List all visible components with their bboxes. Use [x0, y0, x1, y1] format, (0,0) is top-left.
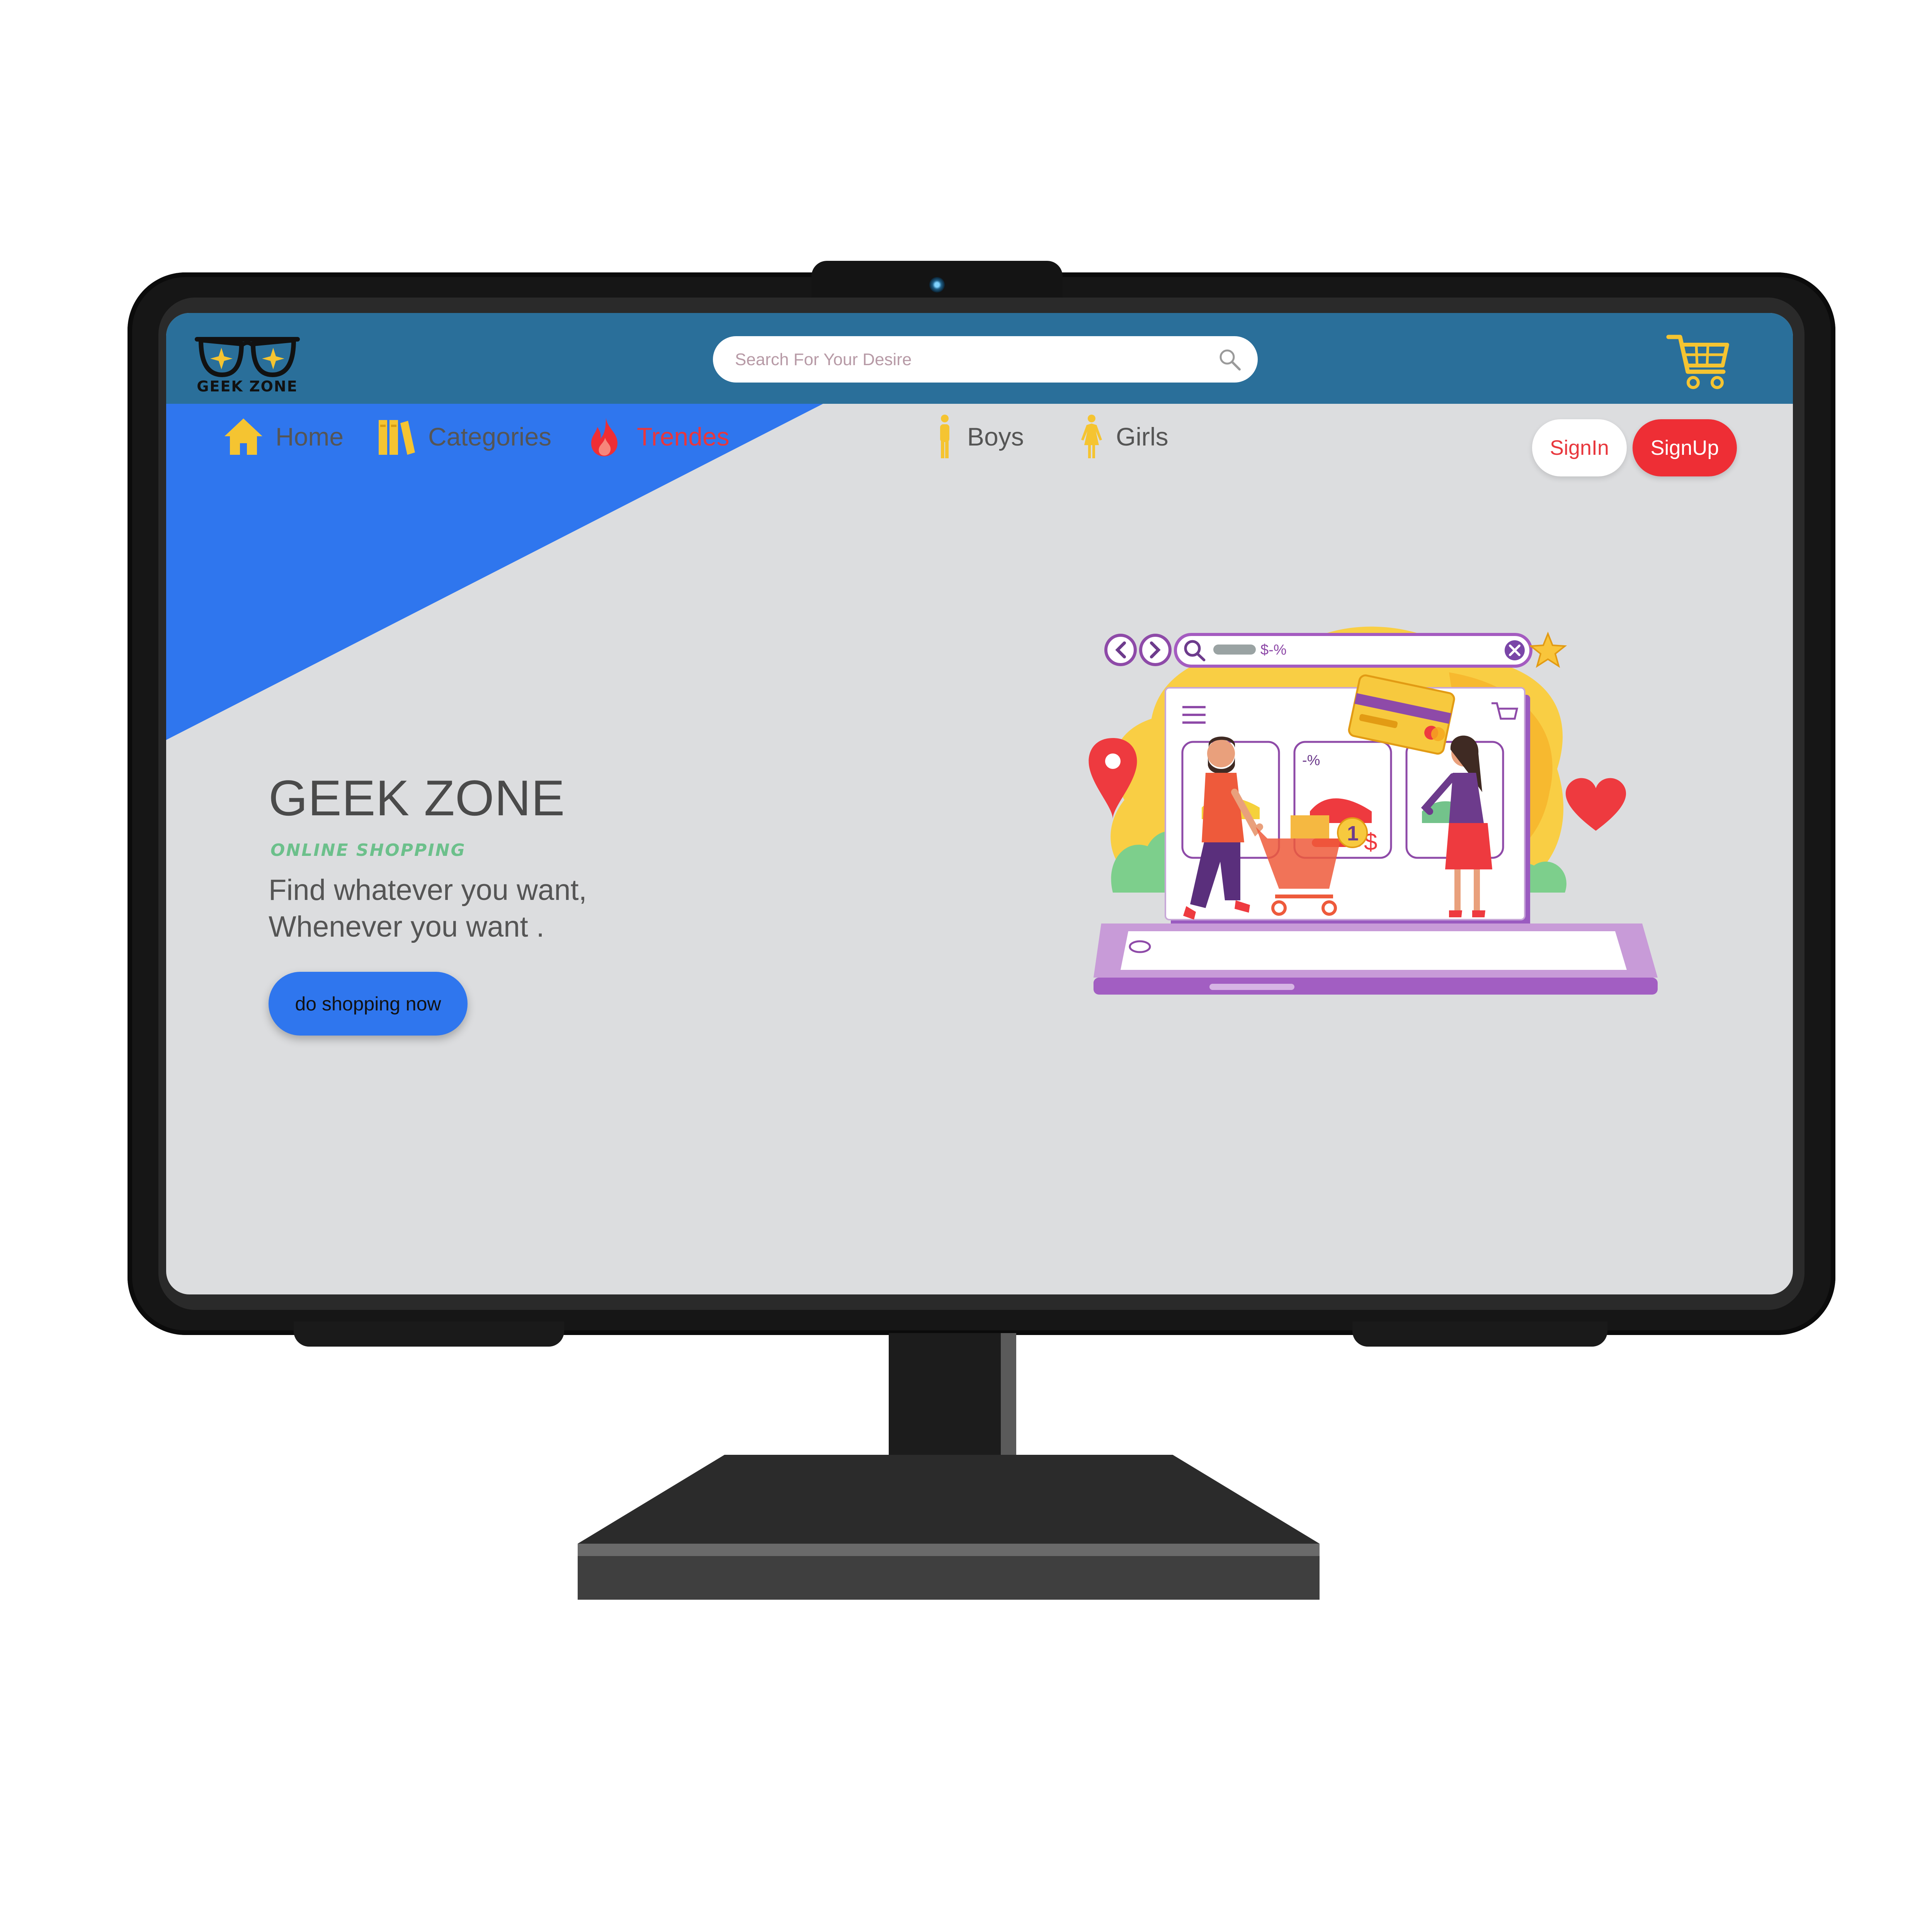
hero-title: GEEK ZONE — [269, 770, 565, 826]
nav-label-trends: Trendes — [637, 422, 730, 451]
home-icon — [222, 415, 265, 458]
online-shopping-illustration: $-% -% $ 1 — [1088, 626, 1658, 995]
illustration-discount-text: -% — [1302, 752, 1320, 769]
nav-label-home: Home — [276, 422, 344, 451]
signin-button[interactable]: SignIn — [1532, 419, 1627, 476]
nav-item-categories[interactable]: Categories — [375, 413, 551, 460]
hero-subtitle: ONLINE SHOPPING — [270, 840, 466, 860]
nav-label-boys: Boys — [967, 422, 1024, 451]
nav-label-categories: Categories — [428, 422, 552, 451]
search-icon[interactable] — [1217, 347, 1242, 372]
webcam-lens-icon — [929, 277, 945, 293]
logo-text: GEEK ZONE — [197, 378, 298, 395]
shopping-cart-icon[interactable] — [1665, 328, 1731, 394]
nav-item-boys[interactable]: Boys — [933, 413, 1024, 460]
hero-tagline-line-1: Find whatever you want, — [269, 874, 587, 906]
website-screen: GEEK ZONE Home — [166, 313, 1793, 1294]
nav-item-girls[interactable]: Girls — [1078, 413, 1168, 460]
search-box — [713, 336, 1258, 383]
books-icon — [375, 415, 417, 458]
do-shopping-now-button[interactable]: do shopping now — [269, 972, 468, 1036]
monitor-foot-right — [1352, 1321, 1607, 1347]
male-person-icon — [933, 415, 956, 458]
search-input[interactable] — [734, 345, 1199, 375]
hero-tagline-line-2: Whenever you want . — [269, 910, 544, 943]
nav-item-home[interactable]: Home — [222, 413, 344, 460]
female-person-icon — [1078, 415, 1105, 458]
monitor-stand-base — [578, 1455, 1320, 1600]
fire-icon — [583, 415, 626, 458]
nav-label-girls: Girls — [1116, 422, 1168, 451]
illustration-search-text: $-% — [1260, 642, 1287, 658]
signup-button[interactable]: SignUp — [1633, 419, 1737, 476]
nav-item-trends[interactable]: Trendes — [583, 413, 730, 460]
monitor-foot-left — [294, 1321, 564, 1347]
header-bar: GEEK ZONE — [166, 313, 1793, 404]
cart-count-badge: 1 — [1347, 822, 1359, 845]
